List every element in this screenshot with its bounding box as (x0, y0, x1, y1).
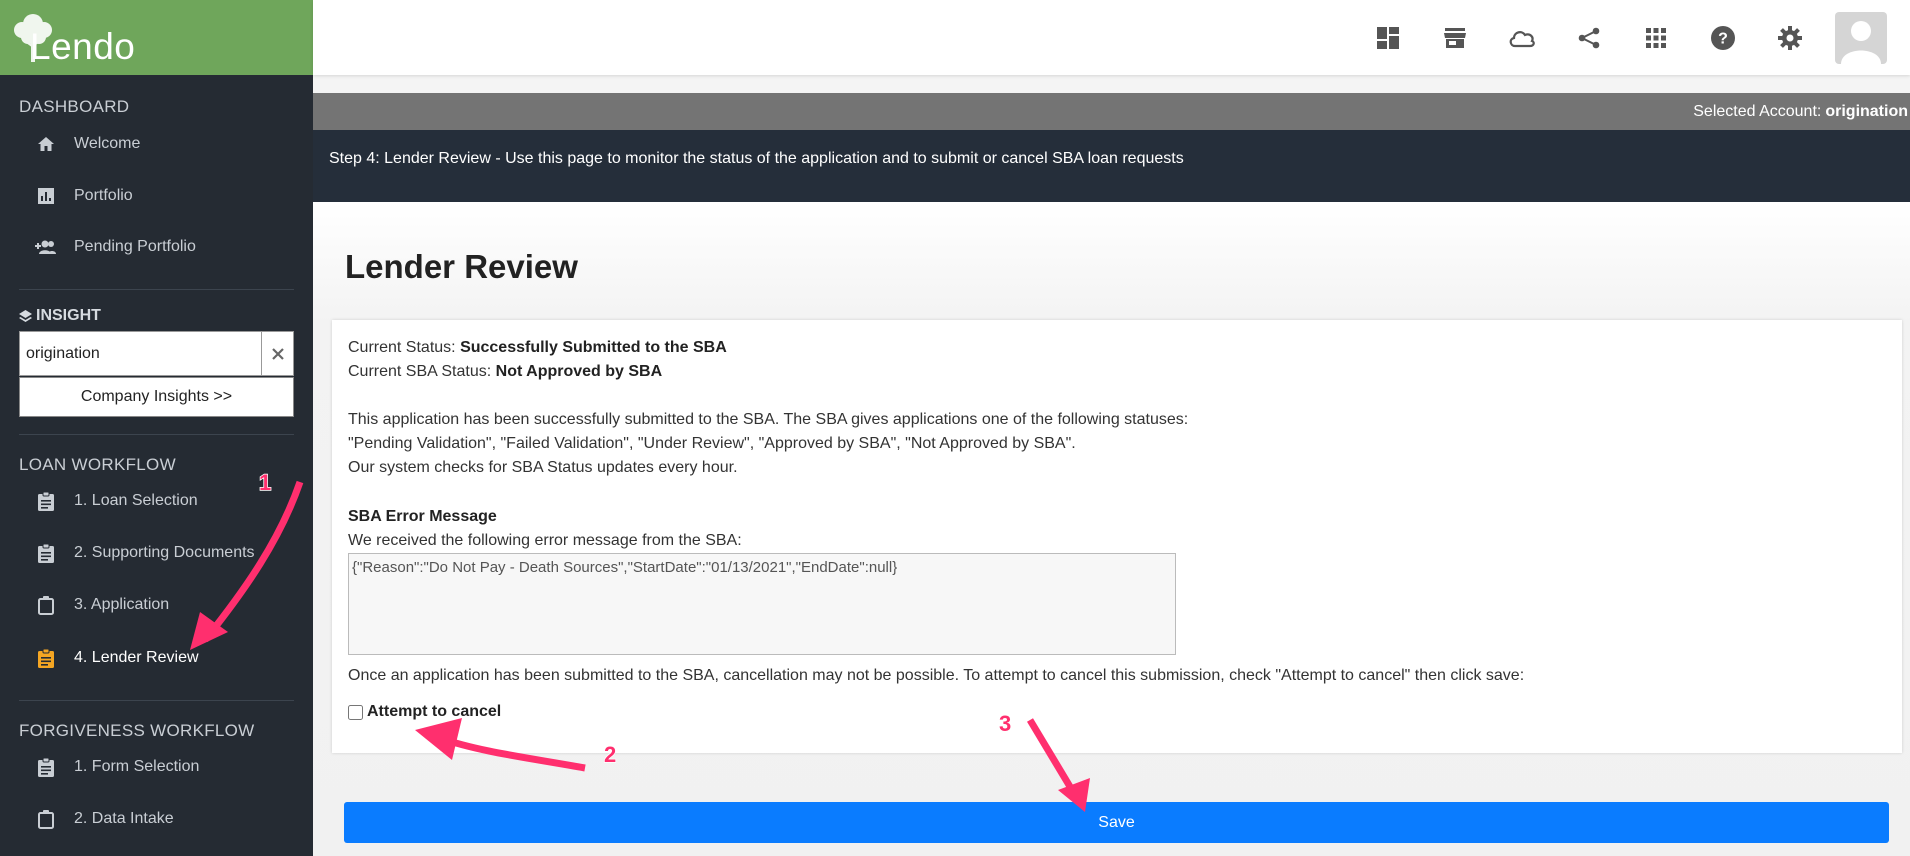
share-icon[interactable] (1575, 24, 1603, 52)
sidebar-item-label: Welcome (74, 135, 141, 152)
sidebar-item-label: 2. Data Intake (74, 810, 174, 827)
sidebar-item-portfolio[interactable]: Portfolio (34, 181, 133, 211)
attempt-cancel-row[interactable]: Attempt to cancel (348, 703, 501, 721)
sidebar-item-lender-review[interactable]: 4. Lender Review (34, 643, 199, 673)
store-icon[interactable] (1441, 24, 1469, 52)
sidebar-item-loan-selection[interactable]: 1. Loan Selection (34, 486, 198, 516)
user-avatar-icon (1841, 21, 1881, 64)
account-value: origination (1825, 102, 1908, 120)
forgiveness-workflow-title: FORGIVENESS WORKFLOW (19, 721, 255, 740)
svg-text:?: ? (1718, 31, 1728, 48)
info-text-3: Our system checks for SBA Status updates… (348, 459, 738, 476)
company-insights-button[interactable]: Company Insights >> (19, 377, 294, 417)
sidebar-divider (19, 700, 294, 701)
layers-icon (19, 309, 32, 322)
sidebar-item-data-intake[interactable]: 2. Data Intake (34, 804, 174, 834)
top-bar: ? (313, 0, 1910, 75)
sba-status-line: Current SBA Status: Not Approved by SBA (348, 363, 663, 380)
clipboard-icon (34, 646, 58, 670)
clipboard-outline-icon (34, 593, 58, 617)
chart-icon (34, 184, 58, 208)
dashboard-icon[interactable] (1374, 24, 1402, 52)
sidebar-item-supporting-documents[interactable]: 2. Supporting Documents (34, 538, 255, 568)
settings-icon[interactable] (1776, 24, 1804, 52)
sidebar-item-label: 3. Application (74, 596, 170, 613)
brand-logo[interactable]: Lendo (0, 0, 313, 75)
sidebar-item-label: Pending Portfolio (74, 238, 196, 255)
clipboard-icon (34, 541, 58, 565)
save-button[interactable]: Save (344, 802, 1889, 843)
error-intro-text: We received the following error message … (348, 532, 742, 549)
sidebar-item-application[interactable]: 3. Application (34, 590, 169, 620)
insight-search-input[interactable] (19, 331, 261, 376)
step-text: Step 4: Lender Review - Use this page to… (329, 150, 1184, 167)
avatar[interactable] (1835, 12, 1887, 64)
attempt-cancel-label: Attempt to cancel (367, 703, 502, 720)
lender-review-card: Current Status: Successfully Submitted t… (332, 320, 1902, 753)
sidebar-item-form-selection[interactable]: 1. Form Selection (34, 752, 199, 782)
account-label: Selected Account: (1693, 102, 1822, 120)
close-icon (271, 347, 284, 360)
cloud-icon[interactable] (1508, 24, 1536, 52)
info-text-1: This application has been successfully s… (348, 411, 1189, 428)
current-status-line: Current Status: Successfully Submitted t… (348, 339, 727, 356)
help-icon[interactable]: ? (1709, 24, 1737, 52)
insight-section-title: INSIGHT (19, 307, 101, 325)
sidebar-item-label: 2. Supporting Documents (74, 544, 255, 561)
page-title: Lender Review (345, 248, 578, 285)
apps-icon[interactable] (1642, 24, 1670, 52)
sidebar-item-label: Portfolio (74, 187, 133, 204)
clipboard-outline-icon (34, 807, 58, 831)
sba-error-message-box[interactable]: {"Reason":"Do Not Pay - Death Sources","… (348, 553, 1176, 655)
insight-clear-button[interactable] (261, 331, 294, 376)
sidebar-item-welcome[interactable]: Welcome (34, 129, 140, 159)
status-value: Successfully Submitted to the SBA (460, 339, 727, 356)
clipboard-icon (34, 755, 58, 779)
sidebar-divider (19, 289, 294, 290)
loan-workflow-title: LOAN WORKFLOW (19, 455, 176, 474)
sidebar-divider (19, 434, 294, 435)
sba-status-value: Not Approved by SBA (495, 363, 663, 380)
sidebar-item-label: 1. Loan Selection (74, 492, 198, 509)
info-text-2: "Pending Validation", "Failed Validation… (348, 435, 1076, 452)
people-add-icon (34, 235, 58, 259)
cancel-note-text: Once an application has been submitted t… (348, 667, 1525, 684)
attempt-cancel-checkbox[interactable] (348, 704, 363, 720)
brand-name: Lendo (30, 26, 136, 67)
selected-account-bar: Selected Account: origination (313, 93, 1910, 130)
sidebar-item-pending-portfolio[interactable]: Pending Portfolio (34, 232, 196, 262)
sidebar-item-label: 4. Lender Review (74, 649, 199, 666)
step-description-bar: Step 4: Lender Review - Use this page to… (313, 130, 1910, 202)
sidebar: Lendo DASHBOARD Welcome Portfolio Pendin… (0, 0, 313, 856)
sidebar-item-label: 1. Form Selection (74, 758, 200, 775)
home-icon (34, 132, 58, 156)
error-section-title: SBA Error Message (348, 508, 497, 525)
clipboard-icon (34, 489, 58, 513)
dashboard-section-title: DASHBOARD (19, 97, 130, 116)
